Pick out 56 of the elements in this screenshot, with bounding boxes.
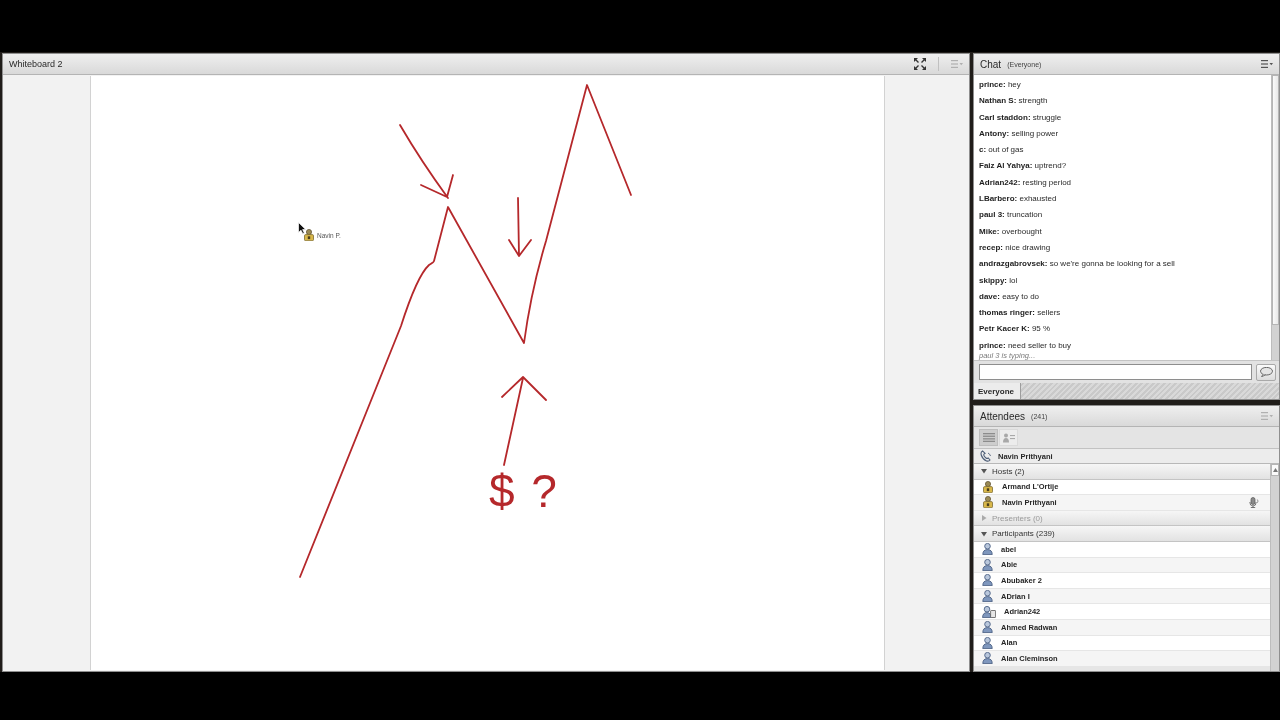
scroll-up-arrow-icon[interactable] xyxy=(1272,468,1278,472)
chat-title: Chat xyxy=(980,58,1002,70)
user-lock-icon xyxy=(982,496,994,509)
chat-message: Antony: selling power xyxy=(979,127,1060,139)
group-label: Presenters (0) xyxy=(992,513,1043,523)
group-header[interactable]: Participants (239) xyxy=(974,526,1270,542)
user-list-icon xyxy=(1002,432,1015,443)
user-icon xyxy=(982,652,993,665)
send-button[interactable] xyxy=(1256,363,1276,381)
chat-message: paul 3: truncation xyxy=(979,209,1044,221)
disclosure-triangle-icon[interactable] xyxy=(981,468,987,475)
chat-message: Adrian242: resting period xyxy=(979,176,1073,188)
scrollbar[interactable] xyxy=(1270,464,1279,671)
user-icon xyxy=(982,636,993,649)
user-icon xyxy=(982,574,993,587)
chat-message: prince: hey xyxy=(979,79,1022,90)
menu-icon[interactable] xyxy=(1261,60,1273,68)
chat-message: LBarbero: exhausted xyxy=(979,193,1058,205)
attendees-title: Attendees xyxy=(980,410,1026,422)
user-icon xyxy=(982,590,993,603)
chat-input-field[interactable] xyxy=(979,364,1252,380)
chat-message: dave: easy to do xyxy=(979,290,1041,302)
chat-message: andrazgabrovsek: so we're gonna be looking for a sell xyxy=(979,258,1176,270)
chat-message: Mike: overbought xyxy=(979,225,1043,237)
view-toggle-button[interactable] xyxy=(999,429,1018,446)
whiteboard-title: Whiteboard 2 xyxy=(9,59,63,69)
user-icon xyxy=(982,543,993,556)
scrollbar-thumb[interactable] xyxy=(1272,75,1279,325)
chat-message: Petr Kacer K: 95 % xyxy=(979,323,1052,335)
chat-message: Carl staddon: struggle xyxy=(979,111,1063,123)
group-header[interactable]: Hosts (2) xyxy=(974,464,1270,480)
user-device-icon xyxy=(982,605,996,618)
group-label: Participants (239) xyxy=(992,529,1055,539)
chat-message: prince: need seller to buy xyxy=(979,339,1073,351)
chat-message: recep: nice drawing xyxy=(979,241,1052,253)
chat-message: c: out of gas xyxy=(979,144,1025,156)
scrollbar[interactable] xyxy=(1271,75,1279,360)
user-lock-icon xyxy=(303,229,315,241)
chat-message: Faiz Al Yahya: uptrend? xyxy=(979,160,1068,172)
view-toggle-button[interactable] xyxy=(979,429,998,446)
mouse-pointer-icon xyxy=(298,222,306,234)
phone-icon xyxy=(980,450,992,462)
whiteboard-handwriting: $ ? xyxy=(489,468,559,514)
chat-message: Nathan S: strength xyxy=(979,95,1049,107)
chat-message: thomas ringer: sellers xyxy=(979,307,1062,319)
fullscreen-icon[interactable] xyxy=(914,58,926,70)
disclosure-triangle-icon[interactable] xyxy=(981,530,987,537)
speech-bubble-icon xyxy=(1259,367,1273,377)
group-label: Hosts (2) xyxy=(992,466,1025,476)
chat-message: skippy: lol xyxy=(979,274,1019,286)
chat-tab[interactable]: Everyone xyxy=(974,383,1022,399)
user-icon xyxy=(982,621,993,634)
user-icon xyxy=(982,558,993,571)
scroll-up-button[interactable] xyxy=(1271,464,1279,476)
list-icon xyxy=(982,433,995,442)
user-lock-icon xyxy=(982,480,994,493)
